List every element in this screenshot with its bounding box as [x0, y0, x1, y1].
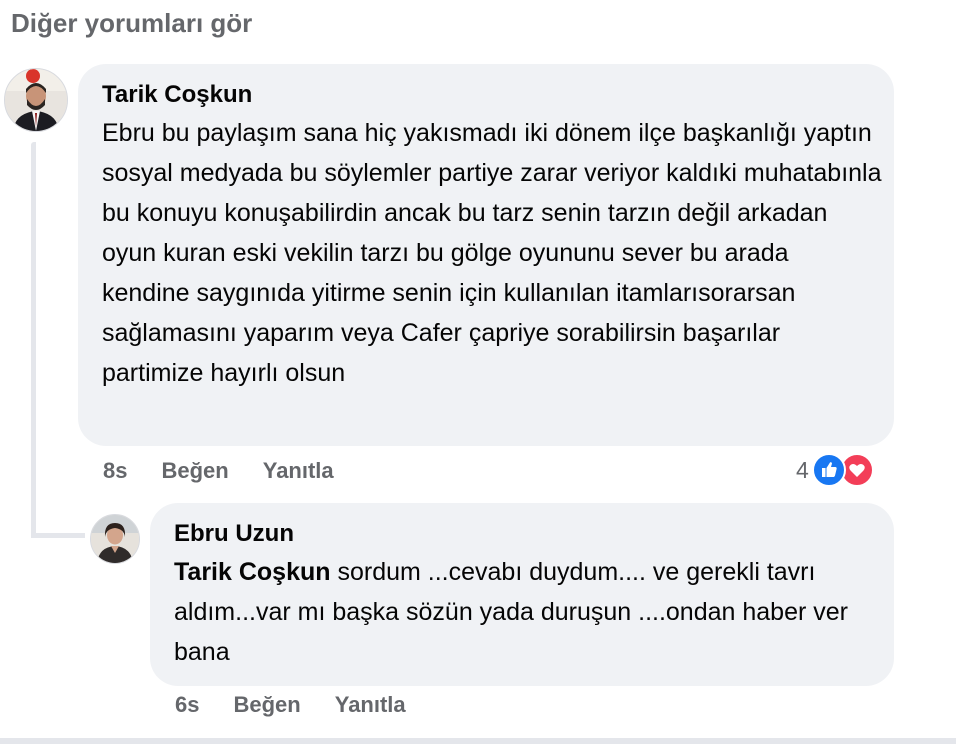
comment-text: Ebru bu paylaşım sana hiç yakısmadı iki …	[102, 119, 882, 387]
like-icon	[811, 453, 846, 487]
reply-reply-button[interactable]: Yanıtla	[335, 692, 406, 718]
bottom-divider	[0, 738, 956, 744]
reply-text: Tarik Coşkun sordum ...cevabı duydum....…	[174, 552, 874, 672]
mention-link[interactable]: Tarik Coşkun	[174, 558, 331, 586]
comment-author[interactable]: Tarik Coşkun	[102, 81, 252, 109]
avatar-ebru-uzun[interactable]	[90, 514, 140, 564]
comment-timestamp[interactable]: 8s	[103, 458, 127, 484]
reply-like-button[interactable]: Beğen	[233, 692, 300, 718]
reply-bubble: Ebru Uzun Tarik Coşkun sordum ...cevabı …	[150, 503, 894, 686]
see-more-comments-link[interactable]: Diğer yorumları gör	[11, 8, 252, 39]
profile-photo-icon	[91, 515, 139, 563]
like-button[interactable]: Beğen	[161, 458, 228, 484]
comment-actions: 8s Beğen Yanıtla	[103, 458, 368, 484]
reply-button[interactable]: Yanıtla	[263, 458, 334, 484]
avatar-tarik-coskun[interactable]	[4, 68, 68, 132]
thread-connector-line	[31, 142, 36, 538]
reaction-summary[interactable]: 4	[796, 453, 874, 487]
reply-actions: 6s Beğen Yanıtla	[175, 692, 440, 718]
profile-photo-icon	[5, 69, 67, 131]
comment-bubble: Tarik Coşkun Ebru bu paylaşım sana hiç y…	[78, 64, 894, 446]
reply-author[interactable]: Ebru Uzun	[174, 520, 294, 548]
thread-connector-elbow	[31, 533, 85, 538]
reaction-count: 4	[796, 456, 809, 483]
reply-timestamp[interactable]: 6s	[175, 692, 199, 718]
